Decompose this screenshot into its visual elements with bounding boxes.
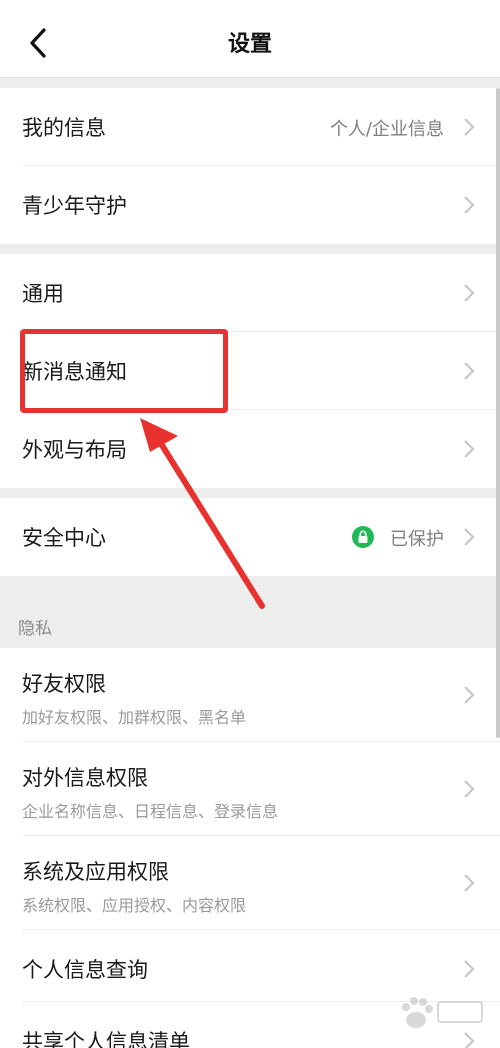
settings-item-label: 系统及应用权限 [22,860,169,884]
settings-item-appearance-layout[interactable]: 外观与布局 [0,410,500,488]
settings-group-account: 我的信息 个人/企业信息 青少年守护 [0,88,500,244]
settings-item-label: 对外信息权限 [22,766,148,790]
settings-item-youth-protection[interactable]: 青少年守护 [0,166,500,244]
lock-icon [352,526,374,548]
settings-item-value: 个人/企业信息 [329,119,444,140]
settings-group-security: 安全中心 已保护 [0,498,500,576]
scrollbar[interactable] [496,88,500,738]
settings-item-label: 安全中心 [22,526,106,550]
chevron-right-icon [464,284,475,302]
annotation-highlight-box [20,329,228,413]
settings-item-system-app-permissions[interactable]: 系统及应用权限 系统权限、应用授权、内容权限 [0,836,500,930]
settings-item-label: 青少年守护 [22,194,127,218]
baidu-paw-icon [402,997,483,1028]
settings-item-value: 已保护 [390,529,444,550]
settings-item-subtitle: 企业名称信息、日程信息、登录信息 [22,802,279,821]
section-label-privacy: 隐私 [18,619,52,639]
settings-item-label: 个人信息查询 [22,958,148,982]
chevron-right-icon [464,362,475,380]
chevron-right-icon [464,874,475,892]
chevron-right-icon [464,440,475,458]
settings-item-label: 外观与布局 [22,438,127,462]
settings-item-general[interactable]: 通用 [0,254,500,332]
chevron-right-icon [464,118,475,136]
settings-item-label: 共享个人信息清单 [22,1030,190,1048]
settings-item-security-center[interactable]: 安全中心 已保护 [0,498,500,576]
settings-group-privacy: 好友权限 加好友权限、加群权限、黑名单 对外信息权限 企业名称信息、日程信息、登… [0,648,500,1048]
chevron-right-icon [464,960,475,978]
settings-item-my-info[interactable]: 我的信息 个人/企业信息 [0,88,500,166]
chevron-right-icon [464,686,475,704]
settings-item-label: 好友权限 [22,672,106,696]
chevron-right-icon [464,196,475,214]
top-bar: 设置 [0,0,500,78]
settings-item-label: 我的信息 [22,116,106,140]
chevron-right-icon [464,780,475,798]
settings-item-friend-permissions[interactable]: 好友权限 加好友权限、加群权限、黑名单 [0,648,500,742]
settings-item-subtitle: 系统权限、应用授权、内容权限 [22,896,247,915]
settings-item-external-info-permissions[interactable]: 对外信息权限 企业名称信息、日程信息、登录信息 [0,742,500,836]
page-title: 设置 [227,32,272,57]
settings-item-subtitle: 加好友权限、加群权限、黑名单 [22,708,247,727]
chevron-right-icon [464,528,475,546]
settings-item-label: 通用 [22,282,64,306]
